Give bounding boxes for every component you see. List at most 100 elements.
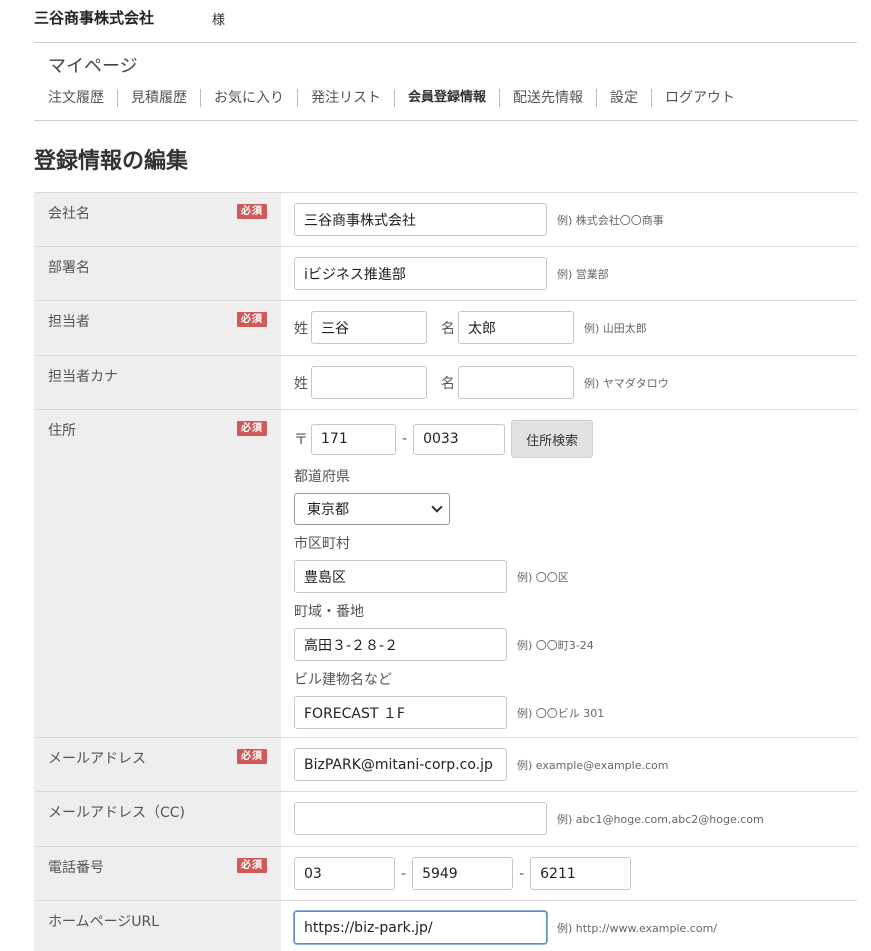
last-name-label: 姓 [294, 320, 308, 337]
form-value-cell: 例) 株式会社〇〇商事 [281, 192, 857, 247]
city-label: 市区町村 [294, 536, 350, 552]
last-name-input[interactable] [311, 311, 427, 344]
form-value-cell: 例) 営業部 [281, 246, 857, 301]
field-example: 例) 〇〇町3-24 [517, 638, 594, 652]
phone-dash: - [401, 865, 407, 882]
field-label-email-cc: メールアドレス（CC) [48, 805, 186, 821]
nav-order-history[interactable]: 注文履歴 [48, 89, 117, 107]
form-row-person: 担当者 必須 姓 名 例) 山田太郎 [34, 300, 857, 356]
field-label-person: 担当者 [48, 314, 90, 330]
form-row-phone: 電話番号 必須 - - [34, 846, 857, 901]
form-row-address: 住所 必須 〒 - 住所検索 都道府県 東京都 市区町村 [34, 409, 857, 738]
company-name-input[interactable] [294, 203, 547, 236]
field-label-phone: 電話番号 [48, 860, 104, 876]
field-wrapper: 例) 〇〇町3-24 [294, 628, 857, 661]
form-label-cell: 会社名 必須 [34, 192, 281, 247]
mypage-title: マイページ [48, 56, 138, 77]
field-example: 例) 山田太郎 [584, 321, 647, 335]
field-label-address: 住所 [48, 423, 76, 439]
town-input[interactable] [294, 628, 507, 661]
mypage-section: マイページ 注文履歴 見積履歴 お気に入り 発注リスト 会員登録情報 配送先情報… [34, 43, 857, 121]
field-example: 例) 株式会社〇〇商事 [557, 213, 664, 227]
form-row-department: 部署名 例) 営業部 [34, 246, 857, 301]
field-wrapper: 姓 名 例) ヤマダタロウ [294, 366, 857, 399]
form-label-cell: メールアドレス（CC) [34, 791, 281, 847]
required-badge: 必須 [237, 858, 267, 873]
page: 三谷商事株式会社 様 マイページ 注文履歴 見積履歴 お気に入り 発注リスト 会… [34, 0, 857, 951]
address-search-button[interactable]: 住所検索 [511, 420, 594, 458]
field-example: 例) example@example.com [517, 758, 669, 772]
page-title: 登録情報の編集 [34, 149, 189, 174]
department-input[interactable] [294, 257, 547, 290]
field-wrapper: 例) http://www.example.com/ [294, 911, 857, 944]
nav-quote-history[interactable]: 見積履歴 [117, 89, 200, 107]
homepage-url-input[interactable] [294, 911, 547, 944]
form-label-cell: 担当者 必須 [34, 300, 281, 356]
prefecture-selected-value: 東京都 [307, 502, 349, 518]
form-value-cell: 例) http://www.example.com/ [281, 900, 857, 951]
first-name-kana-label: 名 [441, 375, 455, 392]
email-input[interactable] [294, 748, 507, 781]
phone-part-1-input[interactable] [294, 857, 395, 890]
prefecture-select[interactable]: 東京都 [294, 493, 450, 525]
form-label-cell: ホームページURL [34, 900, 281, 951]
required-badge: 必須 [237, 421, 267, 436]
field-label-company: 会社名 [48, 206, 90, 222]
zip-code-1-input[interactable] [311, 423, 396, 455]
form-value-cell: 姓 名 例) ヤマダタロウ [281, 355, 857, 410]
required-badge: 必須 [237, 749, 267, 764]
nav-logout[interactable]: ログアウト [651, 89, 748, 107]
prefecture-label: 都道府県 [294, 469, 350, 485]
customer-company-name: 三谷商事株式会社 [34, 9, 155, 27]
building-input[interactable] [294, 696, 507, 729]
field-wrapper: 例) 株式会社〇〇商事 [294, 203, 857, 236]
form-row-email: メールアドレス 必須 例) example@example.com [34, 737, 857, 792]
mypage-nav: 注文履歴 見積履歴 お気に入り 発注リスト 会員登録情報 配送先情報 設定 ログ… [48, 89, 748, 107]
first-name-kana-input[interactable] [458, 366, 574, 399]
form-row-email-cc: メールアドレス（CC) 例) abc1@hoge.com,abc2@hoge.c… [34, 791, 857, 847]
form-label-cell: 住所 必須 [34, 409, 281, 738]
zip-wrapper: 〒 - 住所検索 [294, 420, 857, 458]
field-wrapper: 姓 名 例) 山田太郎 [294, 311, 857, 344]
first-name-label: 名 [441, 320, 455, 337]
form-label-cell: 電話番号 必須 [34, 846, 281, 901]
form-row-person-kana: 担当者カナ 姓 名 例) ヤマダタロウ [34, 355, 857, 410]
form-value-cell: 姓 名 例) 山田太郎 [281, 300, 857, 356]
field-label-email: メールアドレス [48, 751, 146, 767]
nav-order-list[interactable]: 発注リスト [297, 89, 394, 107]
email-cc-input[interactable] [294, 802, 547, 835]
field-wrapper: - - [294, 857, 857, 890]
nav-settings[interactable]: 設定 [596, 89, 651, 107]
form-value-cell: 例) abc1@hoge.com,abc2@hoge.com [281, 791, 857, 847]
field-wrapper: 例) example@example.com [294, 748, 857, 781]
nav-favorites[interactable]: お気に入り [200, 89, 297, 107]
field-wrapper: 例) 営業部 [294, 257, 857, 290]
phone-part-3-input[interactable] [530, 857, 632, 890]
first-name-input[interactable] [458, 311, 574, 344]
form-value-cell: 例) example@example.com [281, 737, 857, 792]
last-name-kana-label: 姓 [294, 375, 308, 392]
form-label-cell: 部署名 [34, 246, 281, 301]
nav-member-info[interactable]: 会員登録情報 [394, 89, 499, 107]
form-row-company: 会社名 必須 例) 株式会社〇〇商事 [34, 192, 857, 247]
honorific: 様 [212, 13, 226, 28]
required-badge: 必須 [237, 312, 267, 327]
field-example: 例) http://www.example.com/ [557, 921, 718, 935]
zip-code-2-input[interactable] [413, 423, 506, 455]
chevron-down-icon [431, 500, 443, 513]
last-name-kana-input[interactable] [311, 366, 427, 399]
form-label-cell: メールアドレス 必須 [34, 737, 281, 792]
field-example: 例) 〇〇ビル 301 [517, 706, 605, 720]
city-input[interactable] [294, 560, 507, 593]
town-label: 町域・番地 [294, 604, 364, 620]
form-value-cell: 〒 - 住所検索 都道府県 東京都 市区町村 例) 〇〇区 町域・番地 [281, 409, 857, 738]
phone-dash: - [519, 865, 525, 882]
zip-dash: - [402, 431, 408, 447]
nav-delivery-info[interactable]: 配送先情報 [499, 89, 596, 107]
form-row-homepage: ホームページURL 例) http://www.example.com/ [34, 900, 857, 951]
registration-form: 会社名 必須 例) 株式会社〇〇商事 部署名 例) 営業部 [34, 192, 857, 951]
field-wrapper: 例) 〇〇区 [294, 560, 857, 593]
phone-part-2-input[interactable] [412, 857, 514, 890]
required-badge: 必須 [237, 204, 267, 219]
field-example: 例) ヤマダタロウ [584, 376, 669, 390]
